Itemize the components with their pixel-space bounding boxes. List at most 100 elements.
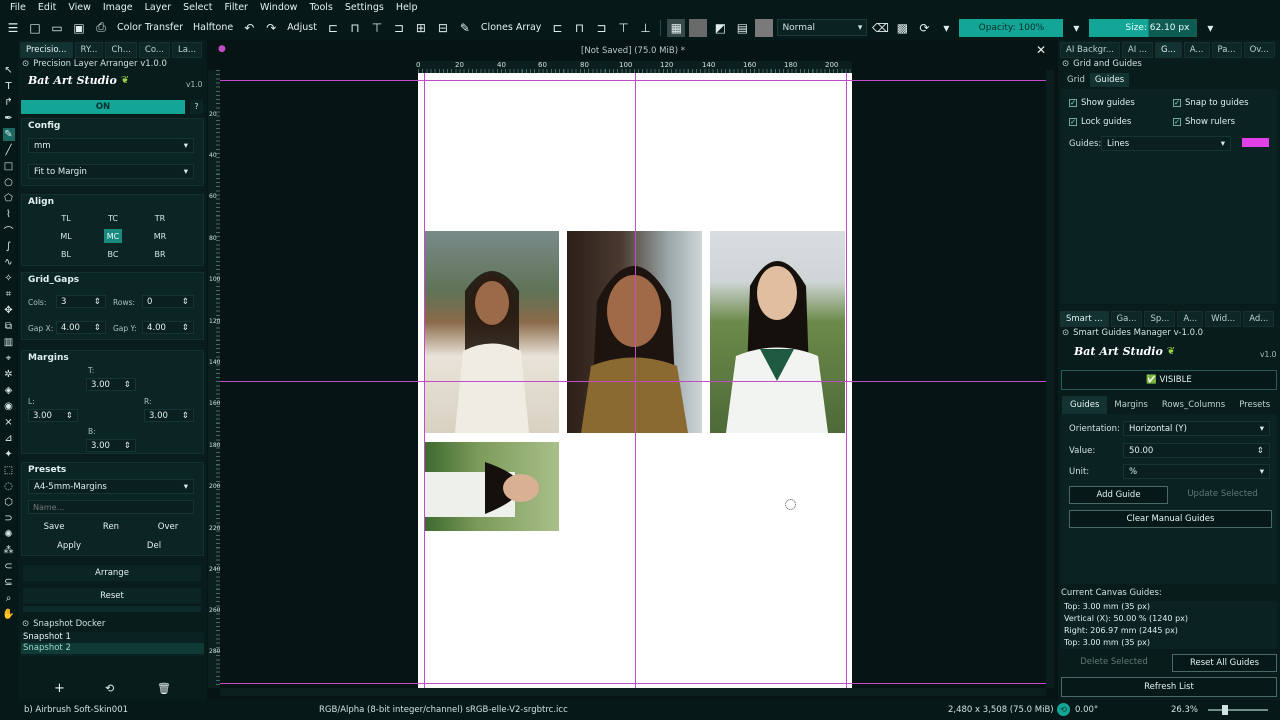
new-document-icon[interactable]: □: [26, 19, 44, 37]
fill-tool-icon[interactable]: ◈: [3, 384, 15, 397]
menu-layer[interactable]: Layer: [139, 2, 178, 13]
gapy-spinbox[interactable]: 4.00 ⇕: [142, 321, 194, 334]
brush-tool-icon[interactable]: ✎: [2, 128, 15, 141]
reset-button[interactable]: Reset: [23, 588, 201, 604]
similar-select-icon[interactable]: ⁂: [3, 544, 15, 557]
tab-sp[interactable]: Sp...: [1144, 310, 1176, 327]
canvas-horizontal-scrollbar[interactable]: [220, 688, 1046, 696]
align-right-icon[interactable]: ⊐: [390, 19, 408, 37]
menu-tools[interactable]: Tools: [303, 2, 338, 13]
tab-wid[interactable]: Wid...: [1205, 310, 1242, 327]
chevron-down-icon[interactable]: ▾: [1201, 19, 1219, 37]
menu-settings[interactable]: Settings: [339, 2, 390, 13]
brush-preset-status[interactable]: b) Airbrush Soft-Skin001: [24, 705, 128, 715]
hamburger-icon[interactable]: ☰: [4, 19, 22, 37]
menu-filter[interactable]: Filter: [218, 2, 254, 13]
move-tool-icon[interactable]: ✥: [3, 304, 15, 317]
pan-tool-icon[interactable]: ✋: [2, 608, 14, 621]
value-spinbox[interactable]: 50.00 ⇕: [1123, 443, 1270, 458]
reference-tool-icon[interactable]: ✦: [3, 448, 15, 461]
trash-icon[interactable]: 🗑: [157, 682, 171, 695]
on-toggle[interactable]: ON: [21, 100, 185, 114]
pattern-icon[interactable]: ▦: [667, 18, 686, 37]
photo-4[interactable]: [425, 442, 559, 531]
halftone-button[interactable]: Halftone: [190, 22, 236, 33]
update-selected-button[interactable]: Update Selected: [1173, 486, 1272, 504]
tab-grid[interactable]: Grid: [1062, 73, 1090, 87]
align-ml-button[interactable]: ML: [57, 229, 75, 243]
visible-toggle[interactable]: ✅ VISIBLE: [1061, 370, 1277, 390]
ruler-top[interactable]: 0 20 40 60 80 100 120 140 160 180 200: [416, 61, 852, 73]
alpha-lock-icon[interactable]: ▩: [893, 19, 911, 37]
freehand-path-icon[interactable]: ∫: [3, 240, 15, 253]
preset-name-input[interactable]: [28, 500, 194, 514]
rectangle-tool-icon[interactable]: □: [3, 160, 15, 173]
float-icon[interactable]: ⊙: [1062, 59, 1069, 69]
bezier-tool-icon[interactable]: ⌒: [3, 224, 15, 238]
restore-snapshot-icon[interactable]: ⟲: [105, 682, 114, 695]
right-margin-spinbox[interactable]: 3.00 ⇕: [144, 409, 194, 422]
align-bc-button[interactable]: BC: [104, 247, 122, 261]
magnetic-select-icon[interactable]: ⊆: [3, 576, 15, 589]
zoom-slider[interactable]: [1208, 709, 1268, 711]
list-item[interactable]: Vertical (X): 50.00 % (1240 px): [1061, 613, 1277, 625]
menu-window[interactable]: Window: [254, 2, 303, 13]
tab-margins[interactable]: Margins: [1107, 397, 1154, 413]
bezier-select-icon[interactable]: ⊂: [3, 560, 15, 573]
gradient-tool-icon[interactable]: ▥: [3, 336, 15, 349]
gradient-icon[interactable]: [689, 18, 708, 37]
orientation-select[interactable]: Horizontal (Y) ▾: [1123, 421, 1270, 436]
align-dist-4-icon[interactable]: ⊤: [614, 19, 632, 37]
distribute-icon[interactable]: ⊞: [412, 19, 430, 37]
reset-all-guides-button[interactable]: Reset All Guides: [1172, 654, 1277, 672]
menu-select[interactable]: Select: [177, 2, 218, 13]
add-snapshot-icon[interactable]: +: [54, 681, 65, 696]
show-guides-checkbox[interactable]: ✓ Show guides: [1069, 98, 1135, 108]
rotation-angle-status[interactable]: 0.00°: [1075, 705, 1098, 715]
rotate-icon[interactable]: ⟲: [1057, 703, 1070, 716]
dynamic-brush-icon[interactable]: ∿: [3, 256, 15, 269]
tab-pa[interactable]: Pa...: [1211, 41, 1242, 58]
chevron-down-icon[interactable]: ▾: [937, 19, 955, 37]
close-icon[interactable]: ✕: [1036, 43, 1046, 57]
tab-precision[interactable]: Precisio...: [20, 41, 73, 58]
assistant-tool-icon[interactable]: ⨯: [3, 416, 15, 429]
transform-tool-icon[interactable]: ⧉: [3, 320, 15, 333]
select-shapes-icon[interactable]: ↖: [3, 64, 15, 77]
zoom-tool-icon[interactable]: ⌕: [3, 592, 15, 605]
menu-file[interactable]: File: [4, 2, 32, 13]
save-icon[interactable]: ▣: [70, 19, 88, 37]
tab-grid-guides[interactable]: G...: [1155, 41, 1182, 58]
size-slider[interactable]: Size: 62.10 px: [1089, 18, 1198, 37]
opacity-slider[interactable]: Opacity: 100%: [959, 18, 1064, 37]
delete-selected-button[interactable]: Delete Selected: [1061, 654, 1167, 672]
tab-smart-guides[interactable]: Smart ...: [1060, 310, 1109, 327]
tab-ry[interactable]: RY...: [74, 41, 104, 58]
ellipse-select-icon[interactable]: ◌: [3, 480, 15, 493]
ruler-left[interactable]: 20 40 60 80 100 120 140 160 180 200 220 …: [208, 70, 220, 688]
color-transfer-button[interactable]: Color Transfer: [114, 22, 186, 33]
blend-mode-select[interactable]: Normal ▾: [777, 19, 868, 36]
eraser-icon[interactable]: ⌫: [871, 19, 889, 37]
align-top-icon[interactable]: ⊤: [368, 19, 386, 37]
align-dist-2-icon[interactable]: ⊓: [570, 19, 588, 37]
polygon-tool-icon[interactable]: ⬠: [3, 192, 15, 205]
swap-colors-icon[interactable]: ◩: [711, 19, 729, 37]
guide-horizontal-middle[interactable]: [220, 381, 1048, 382]
save-preset-button[interactable]: Save: [28, 520, 80, 535]
gapx-spinbox[interactable]: 4.00 ⇕: [56, 321, 106, 334]
ellipse-tool-icon[interactable]: ○: [3, 176, 15, 189]
rows-spinbox[interactable]: 0 ⇕: [142, 295, 194, 308]
lock-guides-checkbox[interactable]: ✓ Lock guides: [1069, 117, 1131, 127]
freehand-select-icon[interactable]: ⊃: [3, 512, 15, 525]
text-tool-icon[interactable]: T: [3, 80, 15, 93]
list-item[interactable]: Top: 3.00 mm (35 px): [1061, 637, 1277, 649]
unit-select[interactable]: mm ▾: [28, 138, 194, 153]
align-mr-button[interactable]: MR: [151, 229, 169, 243]
list-item[interactable]: Right: 206.97 mm (2445 px): [1061, 625, 1277, 637]
menu-edit[interactable]: Edit: [32, 2, 62, 13]
polygon-select-icon[interactable]: ⬡: [3, 496, 15, 509]
edit-shapes-icon[interactable]: ↱: [3, 96, 15, 109]
edit-icon[interactable]: ✎: [456, 19, 474, 37]
add-guide-button[interactable]: Add Guide: [1069, 486, 1168, 504]
